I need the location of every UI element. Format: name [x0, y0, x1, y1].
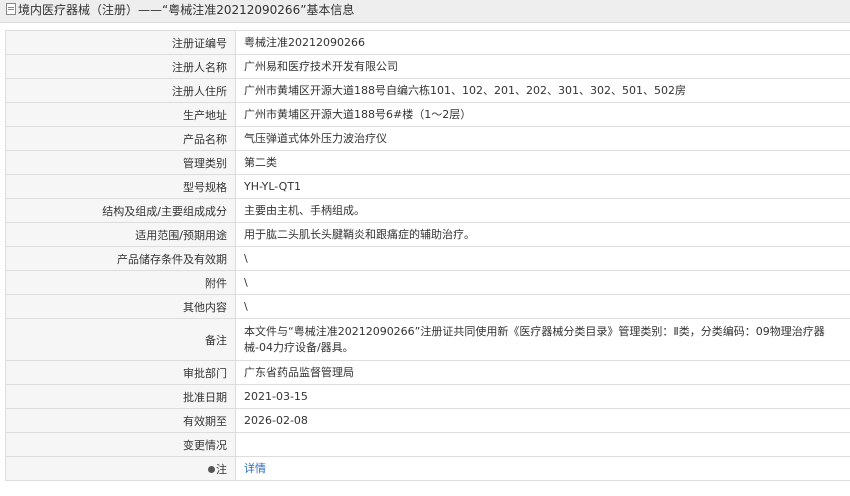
row-label: 注册证编号 [5, 30, 236, 55]
header-bar: 境内医疗器械（注册）——“粤械注准20212090266”基本信息 [0, 0, 850, 23]
row-value: YH-YL-QT1 [235, 174, 850, 199]
row-value: 广州易和医疗技术开发有限公司 [235, 54, 850, 79]
table-row: 型号规格 YH-YL-QT1 [5, 174, 850, 199]
row-value: 广州市黄埔区开源大道188号自编六栋101、102、201、202、301、30… [235, 78, 850, 103]
row-label: 注册人住所 [5, 78, 236, 103]
table-row: 备注 本文件与“粤械注准20212090266”注册证共同使用新《医疗器械分类目… [5, 318, 850, 361]
row-value: 用于肱二头肌长头腱鞘炎和跟痛症的辅助治疗。 [235, 222, 850, 247]
table-row: 其他内容 \ [5, 294, 850, 319]
row-value: \ [235, 270, 850, 295]
row-label: 变更情况 [5, 432, 236, 457]
row-label: 其他内容 [5, 294, 236, 319]
row-label: 产品名称 [5, 126, 236, 151]
table-row: 变更情况 [5, 432, 850, 457]
table-row: 有效期至 2026-02-08 [5, 408, 850, 433]
row-label: 附件 [5, 270, 236, 295]
table-row: 管理类别 第二类 [5, 150, 850, 175]
row-value: \ [235, 294, 850, 319]
row-label: 型号规格 [5, 174, 236, 199]
row-value: 气压弹道式体外压力波治疗仪 [235, 126, 850, 151]
row-value: 广东省药品监督管理局 [235, 360, 850, 385]
bullet-icon [208, 465, 215, 473]
row-value [235, 432, 850, 457]
row-label: 有效期至 [5, 408, 236, 433]
row-label: 管理类别 [5, 150, 236, 175]
row-label: 生产地址 [5, 102, 236, 127]
row-value: 粤械注准20212090266 [235, 30, 850, 55]
table-row: 产品名称 气压弹道式体外压力波治疗仪 [5, 126, 850, 151]
info-table-wrap: 注册证编号 粤械注准20212090266 注册人名称 广州易和医疗技术开发有限… [5, 30, 850, 481]
row-value: 2026-02-08 [235, 408, 850, 433]
table-row: 注册证编号 粤械注准20212090266 [5, 30, 850, 55]
page-title: 境内医疗器械（注册）——“粤械注准20212090266”基本信息 [18, 3, 355, 17]
details-link[interactable]: 详情 [244, 462, 266, 475]
table-row: 批准日期 2021-03-15 [5, 384, 850, 409]
table-row: 附件 \ [5, 270, 850, 295]
row-label: 批准日期 [5, 384, 236, 409]
table-row: 适用范围/预期用途 用于肱二头肌长头腱鞘炎和跟痛症的辅助治疗。 [5, 222, 850, 247]
row-value: \ [235, 246, 850, 271]
info-table: 注册证编号 粤械注准20212090266 注册人名称 广州易和医疗技术开发有限… [5, 30, 850, 481]
table-row: 注册人住所 广州市黄埔区开源大道188号自编六栋101、102、201、202、… [5, 78, 850, 103]
row-label: 适用范围/预期用途 [5, 222, 236, 247]
row-label: 审批部门 [5, 360, 236, 385]
table-row: 产品储存条件及有效期 \ [5, 246, 850, 271]
row-value: 主要由主机、手柄组成。 [235, 198, 850, 223]
note-row: 注 详情 [5, 456, 850, 481]
row-label: 结构及组成/主要组成成分 [5, 198, 236, 223]
note-label: 注 [216, 462, 227, 476]
row-label: 注册人名称 [5, 54, 236, 79]
table-row: 注册人名称 广州易和医疗技术开发有限公司 [5, 54, 850, 79]
document-icon [6, 3, 16, 15]
page: 境内医疗器械（注册）——“粤械注准20212090266”基本信息 注册证编号 … [0, 0, 850, 496]
row-value: 第二类 [235, 150, 850, 175]
table-row: 审批部门 广东省药品监督管理局 [5, 360, 850, 385]
row-value: 本文件与“粤械注准20212090266”注册证共同使用新《医疗器械分类目录》管… [235, 318, 850, 361]
table-row: 生产地址 广州市黄埔区开源大道188号6#楼（1～2层） [5, 102, 850, 127]
row-value: 2021-03-15 [235, 384, 850, 409]
table-row: 结构及组成/主要组成成分 主要由主机、手柄组成。 [5, 198, 850, 223]
row-label: 备注 [5, 318, 236, 361]
row-value: 广州市黄埔区开源大道188号6#楼（1～2层） [235, 102, 850, 127]
note-label-cell: 注 [5, 456, 236, 481]
note-value-cell: 详情 [235, 456, 850, 481]
row-label: 产品储存条件及有效期 [5, 246, 236, 271]
